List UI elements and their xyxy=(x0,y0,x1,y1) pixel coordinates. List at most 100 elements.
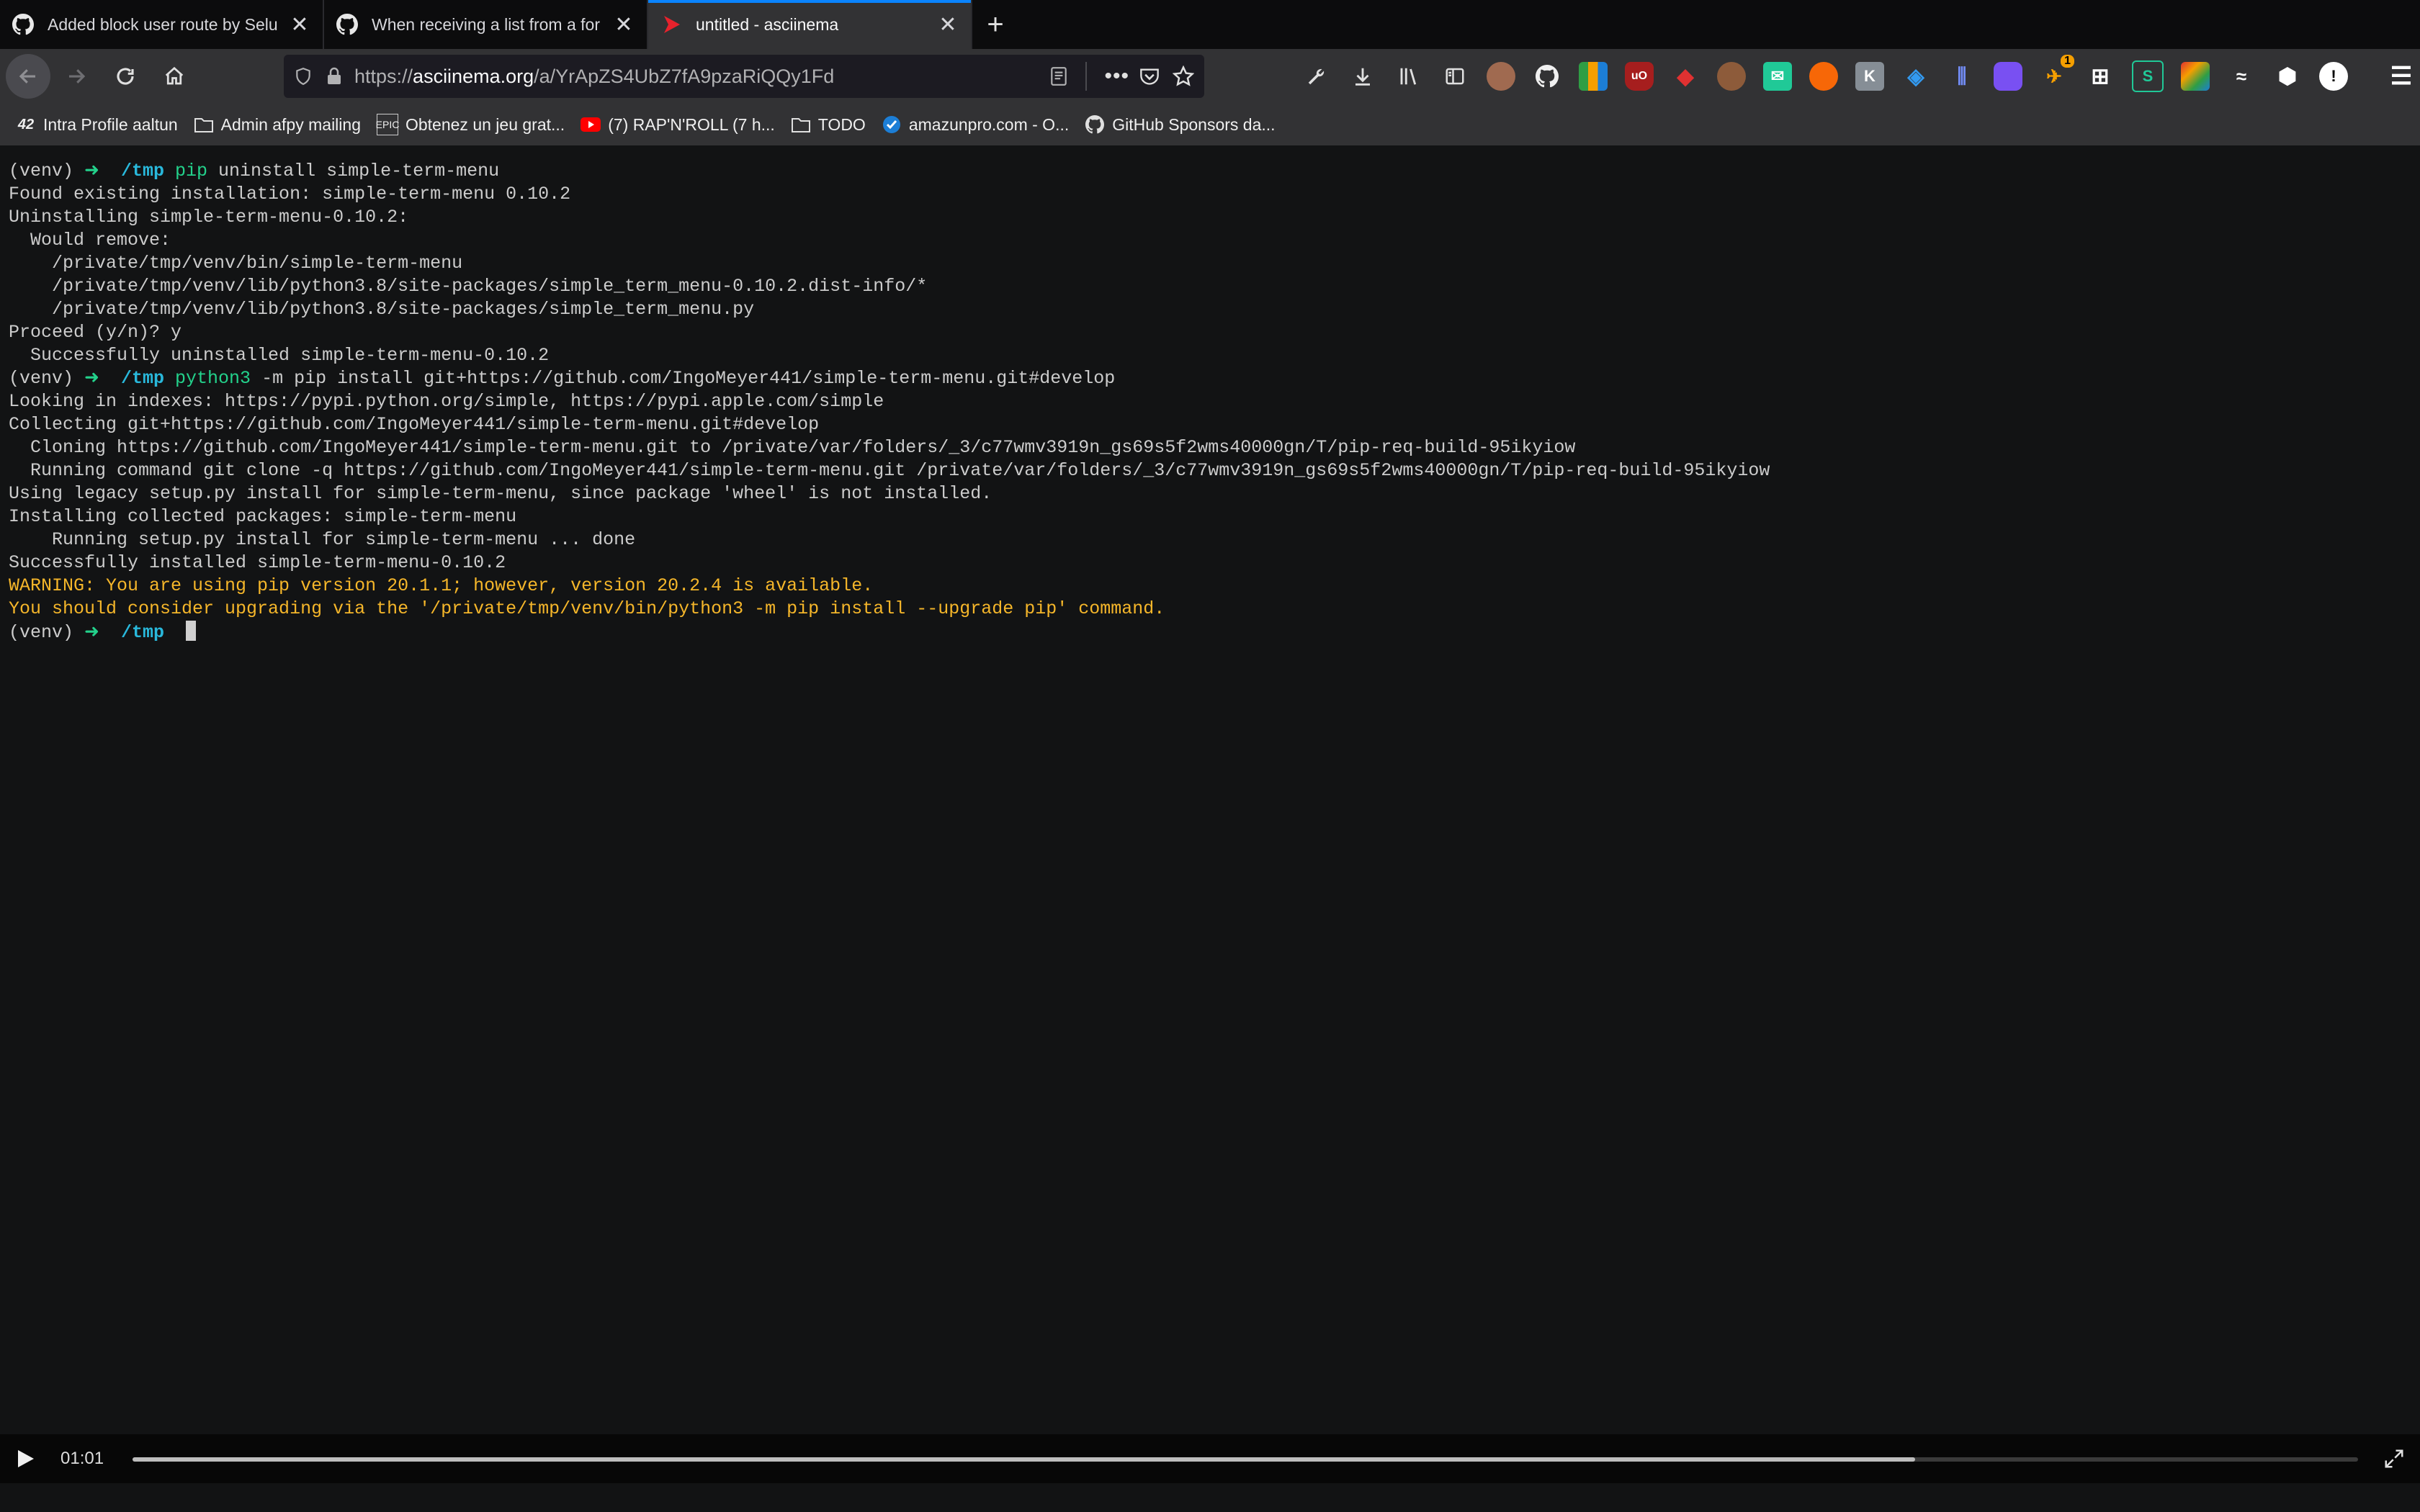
avatar-icon[interactable] xyxy=(1487,62,1515,91)
bookmark-todo[interactable]: TODO xyxy=(791,114,866,135)
venv-indicator: (venv) xyxy=(9,368,74,389)
purple-extension-icon[interactable] xyxy=(1994,62,2022,91)
reader-view-icon[interactable] xyxy=(1049,66,1068,86)
bookmark-label: Admin afpy mailing xyxy=(220,114,361,134)
bookmark-youtube[interactable]: (7) RAP'N'ROLL (7 h... xyxy=(581,114,775,135)
url-path: /a/YrApZS4UbZ7fA9pzaRiQQy1Fd xyxy=(534,65,835,87)
command-args xyxy=(175,622,186,643)
terminal-line: /private/tmp/venv/bin/simple-term-menu xyxy=(9,252,2411,275)
fullscreen-icon xyxy=(2385,1449,2403,1468)
github-icon xyxy=(12,13,35,36)
books-extension-icon[interactable] xyxy=(1579,62,1608,91)
arrow-right-icon xyxy=(69,69,86,84)
github-icon xyxy=(336,13,359,36)
notification-badge: 1 xyxy=(2061,55,2074,68)
forward-button[interactable] xyxy=(53,53,99,99)
play-icon xyxy=(18,1450,34,1467)
terminal-line: Cloning https://github.com/IngoMeyer441/… xyxy=(9,436,2411,459)
close-icon[interactable]: ✕ xyxy=(288,13,311,37)
bookmark-star-icon[interactable] xyxy=(1173,66,1194,87)
fullscreen-button[interactable] xyxy=(2380,1444,2408,1473)
wrench-icon[interactable] xyxy=(1302,62,1331,91)
orange-extension-icon[interactable] xyxy=(1809,62,1838,91)
line-text: Uninstalling simple-term-menu-0.10.2: xyxy=(9,207,409,228)
library-icon[interactable] xyxy=(1394,62,1423,91)
bookmark-label: GitHub Sponsors da... xyxy=(1112,114,1276,134)
url-host: asciinema.org xyxy=(413,65,534,87)
terminal-line: Using legacy setup.py install for simple… xyxy=(9,482,2411,505)
terminal-line: Looking in indexes: https://pypi.python.… xyxy=(9,390,2411,413)
epic-icon: EPIC xyxy=(376,114,399,135)
play-button[interactable] xyxy=(12,1444,40,1473)
s-extension-icon[interactable]: S xyxy=(2132,60,2164,92)
line-text: You should consider upgrading via the '/… xyxy=(9,598,1165,619)
tab-github-pr[interactable]: Added block user route by Selu ✕ xyxy=(0,0,324,49)
new-tab-button[interactable]: + xyxy=(972,0,1018,49)
mail-extension-icon[interactable]: ✉ xyxy=(1763,62,1792,91)
bookmark-label: Intra Profile aaltun xyxy=(43,114,178,134)
wave-extension-icon[interactable]: ≈ xyxy=(2227,62,2256,91)
download-icon[interactable] xyxy=(1348,62,1377,91)
line-text: Proceed (y/n)? y xyxy=(9,322,182,343)
close-icon[interactable]: ✕ xyxy=(936,13,959,37)
prompt-arrow: ➜ xyxy=(84,161,99,181)
bookmark-github-sponsors[interactable]: GitHub Sponsors da... xyxy=(1085,114,1276,135)
youtube-icon xyxy=(581,114,601,135)
line-text: /private/tmp/venv/lib/python3.8/site-pac… xyxy=(9,299,755,320)
url-prefix: https:// xyxy=(354,65,413,87)
line-text: Using legacy setup.py install for simple… xyxy=(9,483,992,504)
address-bar[interactable]: https://asciinema.org/a/YrApZS4UbZ7fA9pz… xyxy=(284,55,1204,98)
terminal-warning-line: WARNING: You are using pip version 20.1.… xyxy=(9,575,2411,598)
reload-icon xyxy=(117,68,134,85)
close-icon[interactable]: ✕ xyxy=(612,13,635,37)
bookmark-amazunpro[interactable]: amazunpro.com - O... xyxy=(882,114,1069,135)
bookmark-epic-games[interactable]: EPIC Obtenez un jeu grat... xyxy=(376,114,565,135)
cube-extension-icon[interactable]: ⬢ xyxy=(2273,62,2302,91)
blue-diamond-icon[interactable]: ◈ xyxy=(1901,62,1930,91)
player-controls: 01:01 xyxy=(0,1434,2420,1483)
home-button[interactable] xyxy=(151,53,197,99)
grey-extension-icon[interactable]: K xyxy=(1855,62,1884,91)
bookmark-admin-afpy[interactable]: Admin afpy mailing xyxy=(194,114,361,135)
cookie-icon[interactable] xyxy=(1717,62,1746,91)
more-actions-icon[interactable]: ••• xyxy=(1104,64,1129,89)
reload-button[interactable] xyxy=(102,53,148,99)
url-text[interactable]: https://asciinema.org/a/YrApZS4UbZ7fA9pz… xyxy=(354,66,1049,88)
terminal-line: /private/tmp/venv/lib/python3.8/site-pac… xyxy=(9,298,2411,321)
prompt-arrow: ➜ xyxy=(84,622,99,643)
folder-icon xyxy=(791,114,811,135)
bars-extension-icon[interactable]: ⫼ xyxy=(1948,62,1976,91)
rocket-extension-icon[interactable]: ✈ 1 xyxy=(2040,55,2074,91)
github-extension-icon[interactable] xyxy=(1533,62,1561,91)
line-text: Successfully installed simple-term-menu-… xyxy=(9,552,506,573)
ublock-icon[interactable]: uO xyxy=(1625,62,1654,91)
pocket-icon[interactable] xyxy=(1139,67,1160,86)
command-name: pip xyxy=(175,161,208,181)
bookmark-intra-profile[interactable]: 42 Intra Profile aaltun xyxy=(16,114,178,135)
bookmark-label: TODO xyxy=(817,114,866,134)
line-text: Cloning https://github.com/IngoMeyer441/… xyxy=(9,437,1576,458)
terminal-warning-line: You should consider upgrading via the '/… xyxy=(9,598,2411,621)
colorful-extension-icon[interactable] xyxy=(2181,62,2210,91)
terminal-line: Proceed (y/n)? y xyxy=(9,321,2411,344)
line-text: Running setup.py install for simple-term… xyxy=(9,529,636,550)
tab-github-issue[interactable]: When receiving a list from a for ✕ xyxy=(324,0,648,49)
progress-bar[interactable] xyxy=(133,1457,2358,1462)
venv-indicator: (venv) xyxy=(9,622,74,643)
lock-icon[interactable] xyxy=(326,67,347,86)
menu-icon[interactable]: ☰ xyxy=(2387,62,2416,91)
terminal-line: Collecting git+https://github.com/IngoMe… xyxy=(9,413,2411,436)
grid-extension-icon[interactable]: ⊞ xyxy=(2086,62,2115,91)
terminal-line: Found existing installation: simple-term… xyxy=(9,183,2411,206)
ninja-extension-icon[interactable]: ! xyxy=(2319,62,2348,91)
bookmarks-toolbar: 42 Intra Profile aaltun Admin afpy maili… xyxy=(0,104,2420,145)
back-button[interactable] xyxy=(6,54,50,99)
tab-strip: Added block user route by Selu ✕ When re… xyxy=(0,0,2420,49)
tab-asciinema[interactable]: untitled - asciinema ✕ xyxy=(648,0,972,49)
line-text: /private/tmp/venv/lib/python3.8/site-pac… xyxy=(9,276,928,297)
terminal-line: Running command git clone -q https://git… xyxy=(9,459,2411,482)
shield-icon[interactable] xyxy=(294,67,315,86)
command-args: uninstall simple-term-menu xyxy=(207,161,500,181)
sidebar-icon[interactable] xyxy=(1440,62,1469,91)
red-extension-icon[interactable]: ◆ xyxy=(1671,62,1700,91)
